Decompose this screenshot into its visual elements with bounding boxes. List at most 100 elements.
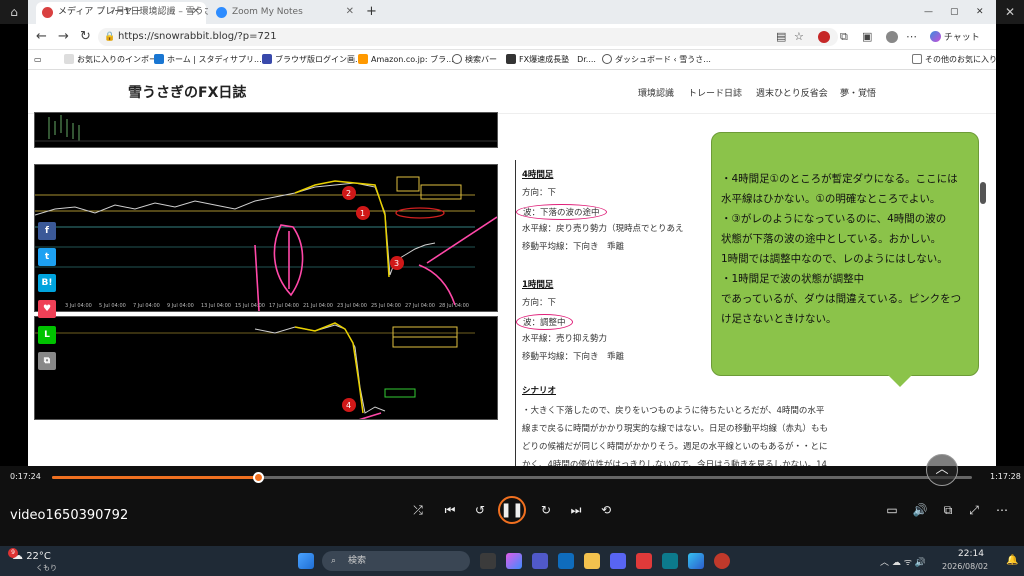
hatena-share-icon[interactable]: B! [38,274,56,292]
back-icon[interactable]: ← [36,29,47,45]
bookmark-label: Amazon.co.jp: ブラ... [371,55,454,64]
nav-item-dream[interactable]: 夢・覚悟 [840,86,876,99]
bookmark-label: ダッシュボード ‹ 雪うさ... [615,55,711,64]
bookmark-browser-login[interactable]: ブラウザ版ログイン画... [262,54,363,66]
seek-handle[interactable] [253,472,265,483]
copilot-button[interactable]: チャット [930,30,980,43]
forward-icon[interactable]: → [58,29,69,45]
repeat-off-icon[interactable]: ⟲ [598,502,614,518]
close-tab-icon[interactable]: ✕ [346,2,354,22]
maximize-icon[interactable]: ▢ [946,2,966,24]
reader-icon[interactable]: ▤ [776,29,786,45]
line-share-icon[interactable]: L [38,326,56,344]
date-tick-label: 7 Jul 04:00 [133,303,160,309]
tab-label: Zoom My Notes [232,7,303,17]
address-bar-row: ← → ↻ 🔒 https://snowrabbit.blog/?p=721 ▤… [28,24,996,50]
discord-icon[interactable] [610,553,626,569]
search-icon: ⌕ [331,556,337,566]
extension-icon[interactable] [818,31,830,43]
note-line: ・4時間足①のところが暫定ダウになる。ここには [721,173,958,185]
outlook-icon[interactable] [558,553,574,569]
site-header: 雪うさぎのFX日誌 環境認識 トレード日誌 週末ひとり反省会 夢・覚悟 [28,70,996,114]
h1-horizontal: 水平線：売り抑え勢力 [522,334,608,344]
tab-zoom[interactable]: Zoom My Notes ✕ [210,2,360,24]
minimize-icon[interactable]: — [920,2,940,24]
collections-icon[interactable]: ▣ [862,29,872,45]
file-explorer-icon[interactable] [584,553,600,569]
miniplayer-icon[interactable]: ⧉ [940,502,956,518]
date-tick-label: 13 Jul 04:00 [201,303,231,309]
nav-item-trade-diary[interactable]: トレード日誌 [688,86,742,99]
bookmark-searchbar[interactable]: 検索バー [452,54,497,66]
new-tab-icon[interactable]: + [362,2,382,24]
close-icon[interactable]: ✕ [1003,5,1017,19]
fullscreen-icon[interactable]: ⤢ [966,502,982,518]
nav-item-weekend-review[interactable]: 週末ひとり反省会 [756,86,828,99]
pocket-share-icon[interactable]: ♥ [38,300,56,318]
notification-bell-icon[interactable]: 🔔 [1006,555,1018,566]
facebook-share-icon[interactable]: f [38,222,56,240]
hatena-label: B! [41,278,53,288]
bookmark-studysapuri[interactable]: ホーム | スタディサプリ... [154,54,262,66]
refresh-icon[interactable]: ↻ [80,29,91,45]
forward-30-icon[interactable]: ↻ [538,502,554,518]
copy-share-icon[interactable]: ⧉ [38,352,56,370]
clock-time[interactable]: 22:14 [958,549,984,559]
media-player-taskbar-icon[interactable] [714,553,730,569]
previous-icon[interactable]: ⏮ [442,502,458,518]
note-line: 状態が下落の波の途中としている。おかしい。 [721,233,942,245]
tray-icons[interactable]: ︿ ☁ ᯤ 🔊 [880,555,926,568]
date-tick-label: 28 Jul 04:00 [439,303,469,309]
site-title[interactable]: 雪うさぎのFX日誌 [128,82,246,102]
nav-item-environment[interactable]: 環境認識 [638,86,674,99]
start-icon[interactable] [298,553,314,569]
scroll-top-button[interactable]: ︿ [926,454,958,486]
note-line: 1時間では調整中なので、レのようにはしない。 [721,253,948,265]
task-view-icon[interactable] [480,553,496,569]
bookmark-amazon[interactable]: Amazon.co.jp: ブラ... [358,54,454,66]
bookmark-dashboard[interactable]: ダッシュボード ‹ 雪うさ... [602,54,711,66]
favorite-star-icon[interactable]: ☆ [794,29,804,45]
clock-date[interactable]: 2026/08/02 [942,562,988,571]
note-line: であっているが、ダウは間違えている。ピンクをつ [721,293,962,305]
date-tick-label: 3 Jul 04:00 [65,303,92,309]
bookmark-fx[interactable]: FX爆速成長塾 Dr.... [506,54,596,66]
shuffle-icon[interactable]: ⤮ [410,502,426,518]
app-teal-icon[interactable] [662,553,678,569]
seek-track[interactable] [52,472,972,483]
weather-desc: くもり [36,564,57,572]
home-icon[interactable]: ⌂ [7,5,21,19]
rewind-10-icon[interactable]: ↺ [472,502,488,518]
window-close-icon[interactable]: ✕ [972,2,992,24]
app-red-icon[interactable] [636,553,652,569]
subtitles-icon[interactable]: ▭ [884,502,900,518]
bookmark-label: FX爆速成長塾 Dr.... [519,55,596,64]
page-scrollbar-thumb[interactable] [980,182,986,204]
copilot-taskbar-icon[interactable] [506,553,522,569]
profile-avatar[interactable] [886,31,898,43]
tab-blog[interactable]: 7月1日環境認識 – 雪うさぎ [88,2,208,24]
twitter-share-icon[interactable]: t [38,248,56,266]
next-icon[interactable]: ⏭ [568,502,584,518]
weather-temp: 22°C [26,551,51,562]
scenario-line: どりの候補だが同じく時間がかかりそう。週足の水平線といのもあるが・・とに [522,442,828,452]
teams-icon[interactable] [532,553,548,569]
volume-icon[interactable]: 🔊 [912,502,928,518]
annotation-bubble: ・4時間足①のところが暫定ダウになる。ここには 水平線はひかない。①の明確なとこ… [711,132,979,376]
note-line: ・1時間足で波の状態が調整中 [721,273,865,285]
pause-button[interactable]: ❚❚ [498,496,526,524]
more-menu-icon[interactable]: ⋯ [906,29,917,45]
bookmark-import[interactable]: お気に入りのインポート [64,54,165,66]
h1-ma: 移動平均線：下向き 乖離 [522,352,625,362]
bookmark-other[interactable]: その他のお気に入り [912,54,997,66]
bookmark-icon[interactable]: ▭ [34,54,42,66]
chart-daily-partial [34,112,498,148]
edge-icon[interactable] [688,553,704,569]
taskbar-search-box[interactable]: ⌕ 検索 [322,551,470,571]
date-tick-label: 9 Jul 04:00 [167,303,194,309]
share-sidebar: f t B! ♥ L ⧉ [38,222,58,378]
url-input[interactable]: 🔒 https://snowrabbit.blog/?p=721 [98,28,838,46]
more-options-icon[interactable]: ⋯ [994,502,1010,518]
scenario-line: かく、4時間の優位性がはっきりしないので、今日はう動きを見るしかない。14 [522,460,827,466]
puzzle-icon[interactable]: ⧉ [840,29,848,45]
